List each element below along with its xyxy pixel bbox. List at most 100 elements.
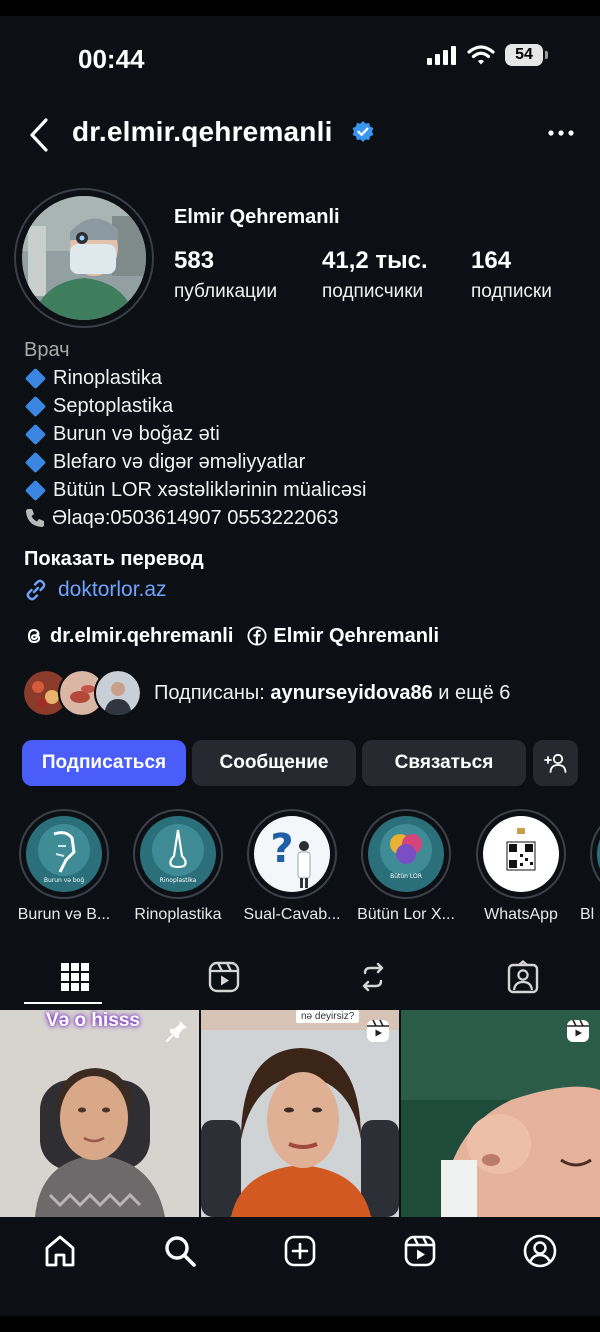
highlight-cover: ? (254, 816, 330, 892)
highlight-cover: Burun və boğ (26, 816, 102, 892)
bottom-navigation (0, 1217, 600, 1316)
stat-following[interactable]: 164 подписки (471, 247, 552, 303)
highlight-burun[interactable]: Burun və boğ Burun və B... (9, 809, 119, 924)
message-button[interactable]: Сообщение (192, 740, 356, 786)
follow-button[interactable]: Подписаться (22, 740, 186, 786)
stat-following-label: подписки (471, 281, 552, 302)
blue-diamond-icon (24, 423, 47, 445)
instagram-profile-screen: 00:44 54 dr.elmir.qehremanli Elmir Qehre… (0, 16, 600, 1316)
highlight-cover-text: Bütün LOR (390, 873, 422, 880)
reels-tab-icon[interactable] (207, 960, 241, 994)
highlight-butun-lor[interactable]: Bütün LOR Bütün Lor X... (351, 809, 461, 924)
highlight-whatsapp[interactable]: WhatsApp (466, 809, 576, 924)
profile-category: Врач (24, 339, 70, 361)
suggested-users-button[interactable] (533, 740, 578, 786)
bio-item-text: Burun və boğaz əti (53, 423, 220, 445)
bio-item: Bütün LOR xəstəliklərinin müalicəsi (24, 476, 584, 504)
highlight-ring: Burun və boğ (19, 809, 109, 899)
reel-indicator-icon (367, 1019, 389, 1042)
bio-item-text: Rinoplastika (53, 367, 162, 389)
telephone-icon (26, 509, 44, 527)
link-icon (26, 579, 46, 601)
profile-tabs (0, 954, 600, 1008)
post-thumbnail[interactable] (401, 1010, 600, 1217)
highlight-sual-cavab[interactable]: ? Sual-Cavab... (237, 809, 347, 924)
profile-icon[interactable] (522, 1233, 558, 1269)
create-post-icon[interactable] (282, 1233, 318, 1269)
battery-tip (545, 51, 548, 59)
pin-icon (165, 1021, 187, 1043)
reposts-tab-icon[interactable] (356, 960, 390, 994)
reels-icon[interactable] (402, 1233, 438, 1269)
bio-item: Burun və boğaz əti (24, 420, 584, 448)
nose-throat-icon: Burun və boğ (26, 816, 102, 892)
blue-diamond-icon (24, 367, 47, 389)
stat-followers-count: 41,2 тыс. (322, 247, 428, 274)
highlight-label: Sual-Cavab... (243, 906, 341, 923)
show-translation-link[interactable]: Показать перевод (24, 548, 204, 571)
highlight-ring: Bütün LOR (361, 809, 451, 899)
blue-diamond-icon (24, 451, 47, 473)
highlight-cover-text: Burun və boğ (44, 877, 85, 884)
post-caption: Və o hisss (46, 1010, 140, 1031)
highlight-cover: Rinoplastika (140, 816, 216, 892)
grid-posts-tab-icon[interactable] (58, 960, 92, 994)
threads-link[interactable]: dr.elmir.qehremanli (50, 625, 233, 648)
status-bar: 00:44 54 (0, 16, 600, 96)
bio-item: Rinoplastika (24, 364, 584, 392)
add-person-icon (543, 753, 566, 773)
highlight-ring (590, 809, 600, 899)
social-links: dr.elmir.qehremanli Elmir Qehremanli (24, 622, 439, 650)
mutual-followers[interactable]: Подписаны: aynurseyidova86 и ещё 6 (22, 669, 510, 717)
facebook-icon (247, 626, 267, 646)
highlight-ring: ? (247, 809, 337, 899)
facebook-link[interactable]: Elmir Qehremanli (273, 625, 439, 648)
story-highlights: Burun və boğ Burun və B... Rinoplastika … (0, 809, 600, 934)
highlight-cover: Bütün LOR (368, 816, 444, 892)
bio-item: Septoplastika (24, 392, 584, 420)
profile-full-name: Elmir Qehremanli (174, 206, 340, 228)
highlight-cover (483, 816, 559, 892)
profile-website-text: doktorlor.az (58, 578, 167, 601)
bio-item-text: Septoplastika (53, 395, 174, 417)
threads-icon (27, 628, 41, 644)
post-thumbnail[interactable]: nə deyirsiz? (201, 1010, 399, 1217)
active-tab-indicator (24, 1002, 102, 1004)
tagged-tab-icon[interactable] (506, 960, 540, 994)
stat-followers-label: подписчики (322, 281, 424, 302)
highlight-label: Bütün Lor X... (357, 906, 455, 923)
profile-avatar-ring[interactable] (14, 188, 154, 328)
qr-code-icon (483, 816, 559, 892)
post-caption: nə deyirsiz? (296, 1010, 360, 1023)
posts-grid: Və o hisss nə deyirsiz? (0, 1010, 600, 1217)
post-thumbnail[interactable]: Və o hisss (0, 1010, 199, 1217)
highlight-ring (476, 809, 566, 899)
stat-posts-count: 583 (174, 247, 215, 274)
highlight-label: Bl (580, 906, 595, 923)
stat-posts[interactable]: 583 публикации (174, 247, 277, 303)
home-icon[interactable] (42, 1233, 78, 1269)
stat-posts-label: публикации (174, 281, 278, 302)
search-icon[interactable] (162, 1233, 198, 1269)
mutual-suffix: и ещё 6 (432, 681, 511, 704)
highlight-partial[interactable]: Bl (580, 809, 600, 924)
mutual-followers-text: Подписаны: aynurseyidova86 и ещё 6 (154, 682, 510, 705)
question-answer-icon: ? (254, 816, 330, 892)
highlight-ring: Rinoplastika (133, 809, 223, 899)
stat-followers[interactable]: 41,2 тыс. подписчики (322, 247, 428, 303)
avatar[interactable] (22, 196, 146, 320)
bio-item-text: Blefaro və digər əməliyyatlar (53, 451, 306, 473)
status-time: 00:44 (78, 44, 145, 74)
back-arrow-icon[interactable] (26, 116, 54, 154)
contact-button[interactable]: Связаться (362, 740, 526, 786)
verified-badge-icon (352, 121, 374, 142)
stat-following-count: 164 (471, 247, 512, 274)
nose-icon: Rinoplastika (140, 816, 216, 892)
highlight-label: Rinoplastika (134, 906, 222, 923)
profile-website-link[interactable]: doktorlor.az (24, 575, 167, 605)
profile-header: dr.elmir.qehremanli (0, 114, 600, 158)
svg-text:?: ? (270, 826, 293, 872)
highlight-rinoplastika[interactable]: Rinoplastika Rinoplastika (123, 809, 233, 924)
highlight-cover-text: Rinoplastika (160, 877, 197, 884)
more-options-icon[interactable] (546, 118, 576, 148)
